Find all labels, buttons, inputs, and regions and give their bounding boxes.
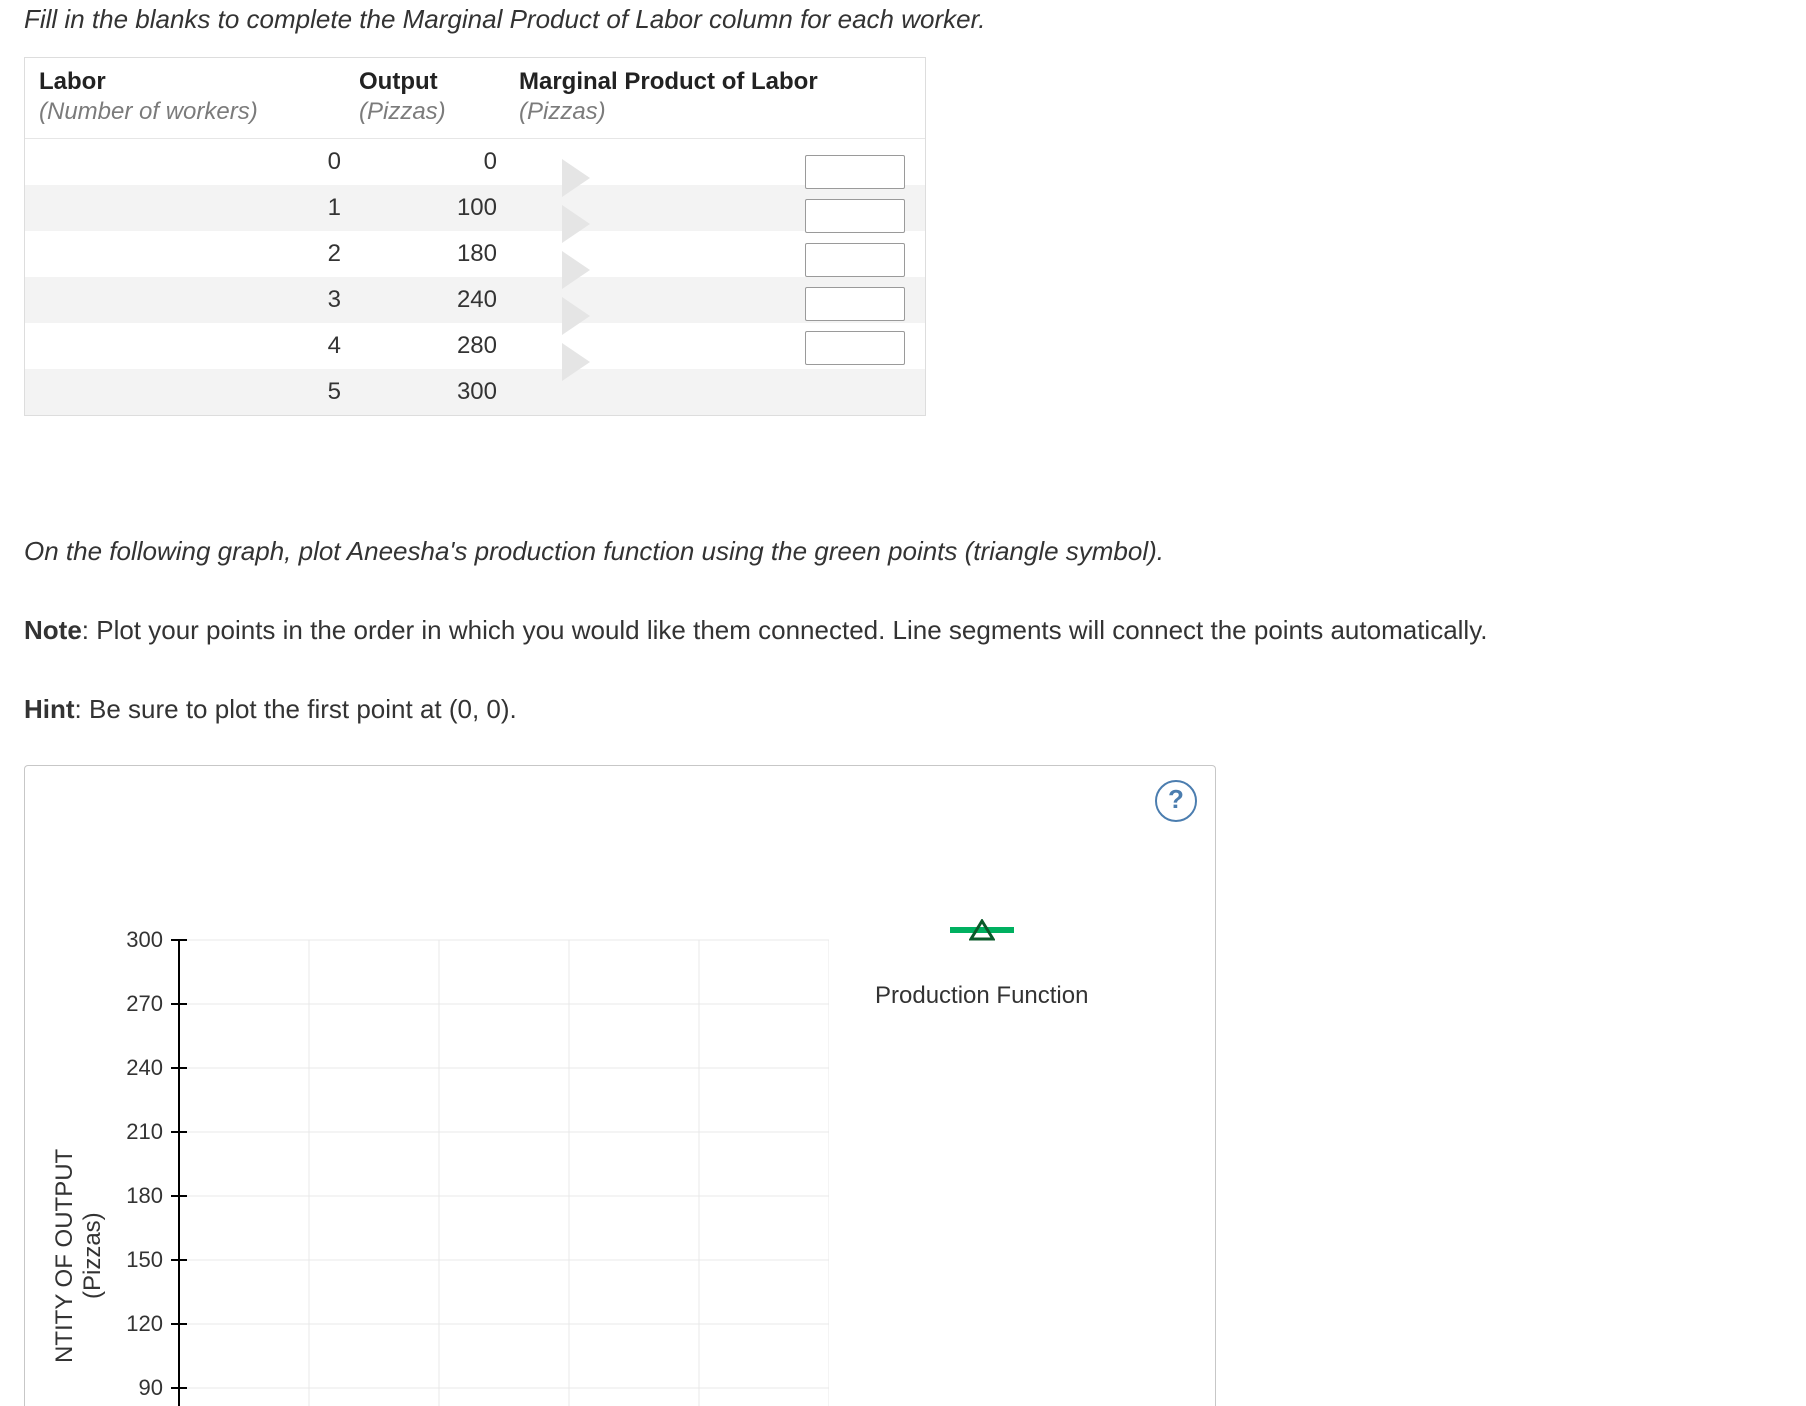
table-row: 4 280	[25, 323, 925, 369]
cell-labor: 0	[39, 148, 359, 176]
production-function-symbol[interactable]	[950, 916, 1014, 944]
graph-panel: ? NTITY OF OUTPUT (Pizzas) 300 270 240 2…	[24, 765, 1216, 1406]
hint-paragraph: Hint: Be sure to plot the first point at…	[24, 694, 1782, 725]
page-root: Fill in the blanks to complete the Margi…	[0, 4, 1806, 1406]
hint-label: Hint	[24, 694, 75, 724]
mpl-input-4[interactable]	[805, 287, 905, 321]
note-paragraph: Note: Plot your points in the order in w…	[24, 615, 1782, 646]
cell-labor: 4	[39, 332, 359, 360]
graph-inner: NTITY OF OUTPUT (Pizzas) 300 270 240 210…	[45, 916, 1215, 1406]
header-output: Output	[359, 68, 519, 96]
y-tick: 90	[113, 1375, 163, 1401]
help-icon[interactable]: ?	[1155, 780, 1197, 822]
y-axis-ticks: 300 270 240 210 180 150 120 90	[111, 916, 169, 1406]
table-row: 1 100	[25, 185, 925, 231]
cell-output: 0	[359, 148, 519, 176]
cell-output: 240	[359, 286, 519, 314]
cell-labor: 2	[39, 240, 359, 268]
table-row: 0 0	[25, 139, 925, 185]
instruction-top: Fill in the blanks to complete the Margi…	[24, 4, 1782, 35]
cell-output: 100	[359, 194, 519, 222]
legend-label: Production Function	[875, 982, 1088, 1010]
mpl-input-2[interactable]	[805, 199, 905, 233]
cell-labor: 3	[39, 286, 359, 314]
header-output-sub: (Pizzas)	[359, 98, 519, 126]
note-text: : Plot your points in the order in which…	[82, 615, 1488, 645]
y-tick: 270	[113, 991, 163, 1017]
header-mpl-sub: (Pizzas)	[519, 98, 911, 126]
mpl-input-5[interactable]	[805, 331, 905, 365]
cell-labor: 1	[39, 194, 359, 222]
plot-grid	[169, 916, 829, 1406]
y-tick: 300	[113, 927, 163, 953]
mpl-input-stack	[805, 155, 905, 365]
y-tick: 240	[113, 1055, 163, 1081]
cell-labor: 5	[39, 378, 359, 406]
cell-output: 180	[359, 240, 519, 268]
plot-area[interactable]	[169, 916, 829, 1406]
table-body: 0 0 1 100 2 180 3 240 4 280	[25, 139, 925, 415]
table-row: 5 300	[25, 369, 925, 415]
y-axis-label: NTITY OF OUTPUT (Pizzas)	[45, 1106, 111, 1406]
y-tick: 150	[113, 1247, 163, 1273]
header-mpl: Marginal Product of Labor	[519, 68, 911, 96]
table-header-row: Labor (Number of workers) Output (Pizzas…	[25, 58, 925, 139]
header-labor-sub: (Number of workers)	[39, 98, 359, 126]
triangle-icon	[969, 919, 995, 941]
legend: Production Function	[875, 916, 1088, 1010]
graph-instruction: On the following graph, plot Aneesha's p…	[24, 536, 1782, 567]
table-row: 3 240	[25, 277, 925, 323]
cell-output: 280	[359, 332, 519, 360]
mpl-input-1[interactable]	[805, 155, 905, 189]
table-row: 2 180	[25, 231, 925, 277]
cell-output: 300	[359, 378, 519, 406]
header-labor: Labor	[39, 68, 359, 96]
mpl-input-3[interactable]	[805, 243, 905, 277]
y-tick: 120	[113, 1311, 163, 1337]
note-label: Note	[24, 615, 82, 645]
mpl-table: Labor (Number of workers) Output (Pizzas…	[24, 57, 926, 416]
y-tick: 210	[113, 1119, 163, 1145]
y-tick: 180	[113, 1183, 163, 1209]
hint-text: : Be sure to plot the first point at (0,…	[75, 694, 517, 724]
